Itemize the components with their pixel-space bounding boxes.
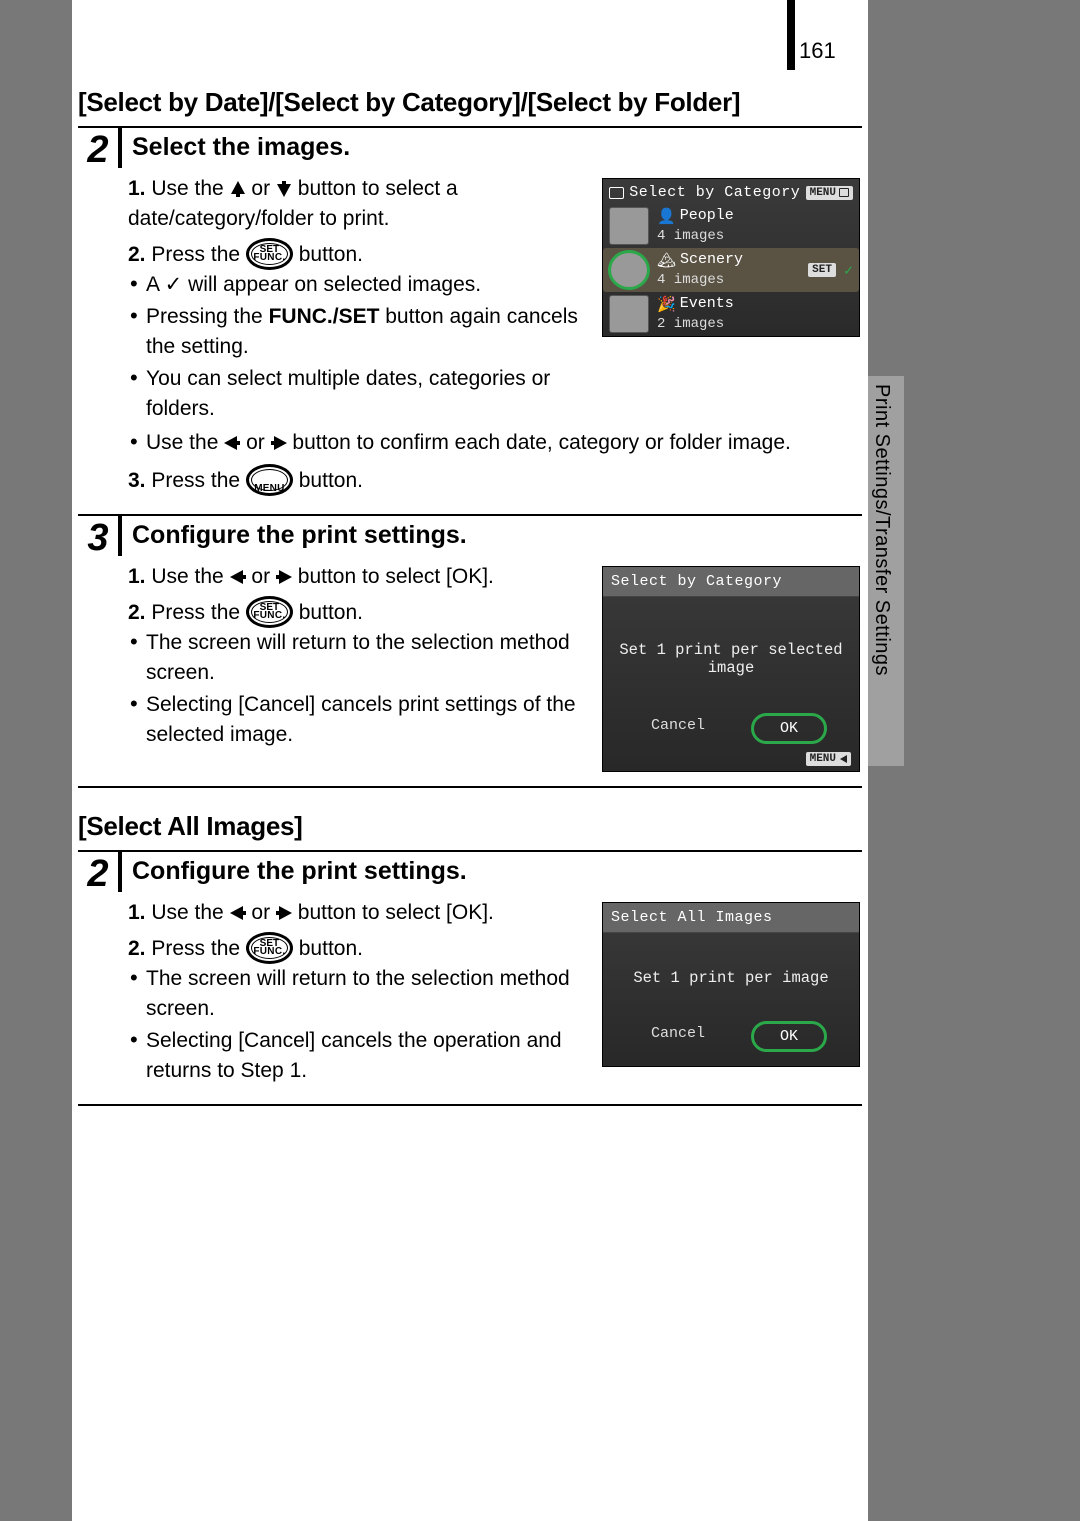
func-set-button-icon: FUNC. SET [246, 238, 293, 270]
step-2-configure-print-all: 2 Configure the print settings. 1. Use t… [78, 850, 862, 1106]
step-title: Select the images. [118, 128, 862, 168]
step-title: Configure the print settings. [118, 516, 862, 556]
ok-button: OK [751, 713, 827, 744]
set-badge: SET [808, 263, 836, 277]
arrow-right-icon [276, 569, 292, 585]
back-arrow-icon [840, 755, 847, 763]
step-number: 2 [78, 852, 118, 1104]
check-icon: ✓ [844, 261, 853, 280]
step-text-wide: Use the or button to confirm each date, … [118, 428, 862, 496]
side-tab-label: Print Settings/Transfer Settings [870, 384, 893, 676]
arrow-down-icon [276, 181, 292, 197]
camera-title: Select by Category [603, 567, 859, 597]
manual-page: 161 [Select by Date]/[Select by Category… [72, 0, 868, 1521]
ok-button: OK [751, 1021, 827, 1052]
arrow-left-icon [224, 435, 240, 451]
category-row: 🎉Events 2 images [603, 292, 859, 336]
arrow-left-icon [230, 569, 246, 585]
camera-screenshot-select-by-category: Select by Category MENU 👤People [602, 174, 862, 428]
step-number: 3 [78, 516, 118, 786]
section-1-heading: [Select by Date]/[Select by Category]/[S… [78, 86, 856, 118]
step-text: 1. Use the or button to select a date/ca… [128, 174, 588, 428]
step-text: 1. Use the or button to select [OK]. [128, 562, 588, 772]
steps-block-1: 2 Select the images. 1. Use the [78, 126, 862, 788]
camera-title: Select All Images [603, 903, 859, 933]
step-number: 2 [78, 128, 118, 514]
cart-icon [609, 187, 624, 199]
category-row: 👤People 4 images [603, 204, 859, 248]
arrow-up-icon [230, 181, 246, 197]
menu-badge: MENU [806, 186, 853, 200]
camera-screenshot-confirm-1: Select by Category Set 1 print per selec… [602, 562, 862, 772]
func-set-button-icon: FUNC. SET [246, 596, 293, 628]
scenery-icon: 🏔 [657, 253, 676, 271]
arrow-left-icon [230, 905, 246, 921]
cancel-button: Cancel [635, 1021, 721, 1052]
step-title: Configure the print settings. [118, 852, 862, 892]
menu-button-icon: MENU [246, 464, 293, 496]
steps-block-2: 2 Configure the print settings. 1. Use t… [78, 850, 862, 1106]
thumbnail [609, 207, 649, 245]
category-row-selected: 🏔Scenery 4 images SET ✓ [603, 248, 859, 292]
camera-message: Set 1 print per image [603, 933, 859, 1015]
people-icon: 👤 [657, 209, 676, 227]
page-number-bar [787, 0, 795, 70]
step-3-configure-print: 3 Configure the print settings. 1. Use t… [78, 514, 862, 788]
arrow-right-icon [271, 435, 287, 451]
menu-back-badge: MENU [806, 752, 851, 766]
arrow-right-icon [276, 905, 292, 921]
thumbnail [609, 251, 649, 289]
camera-message: Set 1 print per selected image [603, 597, 859, 707]
events-icon: 🎉 [657, 297, 676, 315]
step-2-select-images: 2 Select the images. 1. Use the [78, 126, 862, 514]
camera-screenshot-confirm-2: Select All Images Set 1 print per image … [602, 898, 862, 1090]
page-number: 161 [799, 38, 836, 64]
step-text: 1. Use the or button to select [OK]. [128, 898, 588, 1090]
func-set-button-icon: FUNC. SET [246, 932, 293, 964]
thumbnail [609, 295, 649, 333]
camera-title: Select by Category [624, 184, 806, 201]
print-icon [839, 188, 849, 197]
section-2-heading: [Select All Images] [78, 810, 856, 842]
cancel-button: Cancel [635, 713, 721, 744]
